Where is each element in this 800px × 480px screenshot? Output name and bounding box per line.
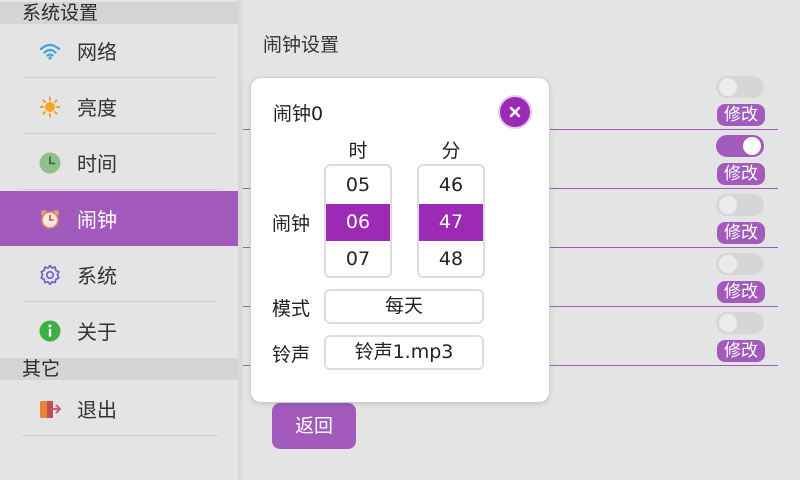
sidebar: 系统设置 网络 亮度 时间 闹钟 系统 关于 其它 退出 xyxy=(0,0,238,480)
toggle-knob xyxy=(719,314,737,332)
sidebar-item-label: 系统 xyxy=(77,264,117,288)
exit-icon xyxy=(39,398,61,420)
sidebar-item-label: 闹钟 xyxy=(77,208,117,232)
divider xyxy=(22,435,218,436)
hour-header: 时 xyxy=(348,140,368,162)
ringtone-label: 铃声 xyxy=(272,344,311,366)
modify-button[interactable]: 修改 xyxy=(717,281,765,303)
sidebar-item-label: 时间 xyxy=(77,152,117,176)
sidebar-item-label: 关于 xyxy=(77,320,117,344)
sun-icon xyxy=(39,96,61,118)
sidebar-item-time[interactable]: 时间 xyxy=(0,135,238,190)
ringtone-dropdown[interactable]: 铃声1.mp3 xyxy=(324,335,484,370)
modify-button[interactable]: 修改 xyxy=(717,163,765,185)
alarm-clock-icon xyxy=(39,208,61,230)
minute-header: 分 xyxy=(441,140,461,162)
sidebar-item-exit[interactable]: 退出 xyxy=(0,381,238,436)
hour-option[interactable]: 05 xyxy=(326,167,390,204)
toggle-knob xyxy=(719,255,737,273)
modify-button[interactable]: 修改 xyxy=(717,222,765,244)
panel-title: 闹钟设置 xyxy=(263,34,340,56)
alarm-edit-dialog: 闹钟0 时 分 闹钟 05 06 07 46 47 48 模式 每天 铃声 铃声… xyxy=(251,78,549,402)
close-icon xyxy=(509,106,521,118)
minute-option-selected[interactable]: 47 xyxy=(419,204,483,241)
alarm-toggle[interactable] xyxy=(716,253,764,275)
hour-option[interactable]: 07 xyxy=(326,241,390,276)
alarm-toggle[interactable] xyxy=(716,312,764,334)
sidebar-item-system[interactable]: 系统 xyxy=(0,247,238,302)
hour-roller[interactable]: 05 06 07 xyxy=(324,164,392,278)
alarm-toggle[interactable] xyxy=(716,76,764,98)
divider xyxy=(22,133,218,134)
modify-button[interactable]: 修改 xyxy=(717,340,765,362)
gear-icon xyxy=(39,264,61,286)
modify-button[interactable]: 修改 xyxy=(717,104,765,126)
sidebar-item-about[interactable]: 关于 xyxy=(0,303,238,358)
section-title-system: 系统设置 xyxy=(0,2,238,24)
alarm-label: 闹钟 xyxy=(272,213,311,235)
back-button[interactable]: 返回 xyxy=(272,403,356,449)
mode-label: 模式 xyxy=(272,298,311,320)
divider xyxy=(22,77,218,78)
sidebar-item-label: 网络 xyxy=(77,40,117,64)
minute-option[interactable]: 48 xyxy=(419,241,483,276)
alarm-toggle[interactable] xyxy=(716,135,764,157)
sidebar-item-network[interactable]: 网络 xyxy=(0,23,238,78)
toggle-knob xyxy=(719,78,737,96)
sidebar-item-alarm[interactable]: 闹钟 xyxy=(0,191,238,246)
section-title-other: 其它 xyxy=(0,358,238,380)
mode-dropdown[interactable]: 每天 xyxy=(324,289,484,324)
dialog-title: 闹钟0 xyxy=(273,103,324,125)
sidebar-item-brightness[interactable]: 亮度 xyxy=(0,79,238,134)
info-icon xyxy=(39,320,61,342)
divider xyxy=(22,189,218,190)
minute-roller[interactable]: 46 47 48 xyxy=(417,164,485,278)
divider xyxy=(22,301,218,302)
sidebar-item-label: 亮度 xyxy=(77,96,117,120)
wifi-icon xyxy=(39,40,61,62)
close-button[interactable] xyxy=(500,97,530,127)
toggle-knob xyxy=(719,196,737,214)
minute-option[interactable]: 46 xyxy=(419,167,483,204)
sidebar-item-label: 退出 xyxy=(77,398,117,422)
clock-icon xyxy=(39,152,61,174)
hour-option-selected[interactable]: 06 xyxy=(326,204,390,241)
alarm-toggle[interactable] xyxy=(716,194,764,216)
toggle-knob xyxy=(743,137,761,155)
